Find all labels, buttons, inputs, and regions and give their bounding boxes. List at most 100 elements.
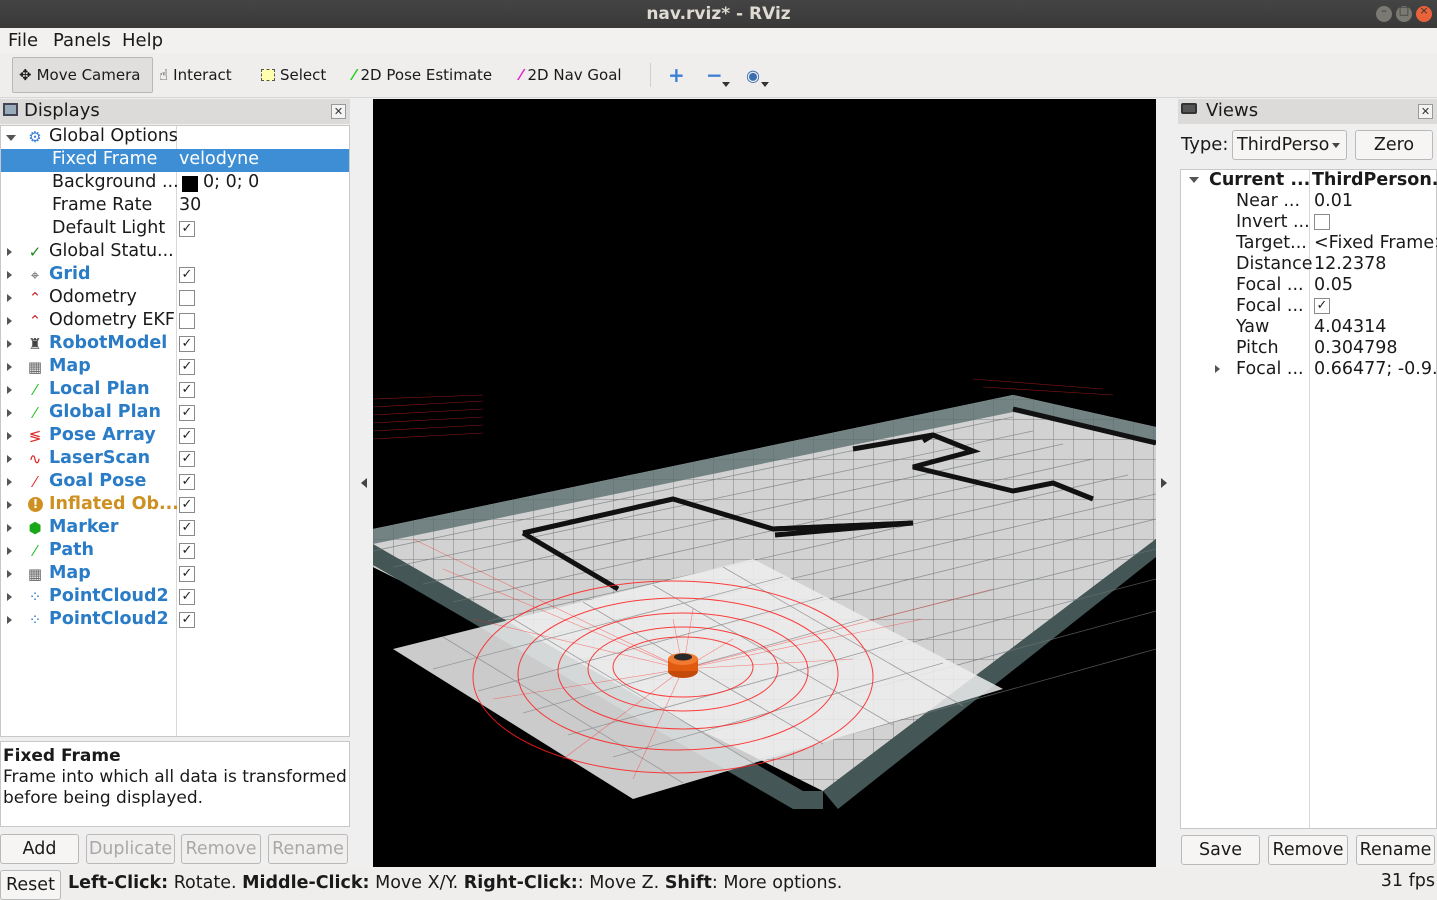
checkbox[interactable]: ✓ <box>179 451 195 467</box>
remove-display-button[interactable]: Remove <box>181 834 261 864</box>
views-prop-row[interactable]: Near ... 0.01 <box>1181 191 1437 212</box>
duplicate-button[interactable]: Duplicate <box>86 834 175 864</box>
rename-view-button[interactable]: Rename <box>1356 835 1435 865</box>
expand-arrow-icon[interactable] <box>7 478 12 486</box>
expand-arrow-icon[interactable] <box>7 432 12 440</box>
views-tree[interactable]: Current ... ThirdPerson... Near ... 0.01I… <box>1180 169 1437 829</box>
expand-arrow-icon[interactable] <box>7 271 12 279</box>
collapse-left-icon[interactable] <box>361 478 367 488</box>
expand-arrow-icon[interactable] <box>7 248 12 256</box>
expand-arrow-icon[interactable] <box>7 386 12 394</box>
reset-button[interactable]: Reset <box>0 870 61 900</box>
expand-arrow-icon[interactable] <box>7 570 12 578</box>
tree-row-fixed-frame[interactable]: Fixed Frame velodyne <box>1 149 349 172</box>
prop-value[interactable]: velodyne <box>179 149 259 169</box>
expand-arrow-icon[interactable] <box>6 135 16 141</box>
tree-row-background[interactable]: Background ... 0; 0; 0 <box>1 172 349 195</box>
eye-icon[interactable]: ◉ <box>740 57 766 93</box>
views-prop-row[interactable]: Invert ... <box>1181 212 1437 233</box>
checkbox[interactable]: ✓ <box>179 474 195 490</box>
color-swatch[interactable] <box>182 176 198 192</box>
prop-value[interactable]: 4.04314 <box>1314 317 1386 337</box>
select-tool[interactable]: Select <box>255 57 332 93</box>
display-item[interactable]: ▦ Map ✓ <box>1 356 349 379</box>
expand-arrow-icon[interactable] <box>7 340 12 348</box>
menu-help[interactable]: Help <box>122 30 163 51</box>
plus-icon[interactable]: + <box>662 57 691 93</box>
display-item[interactable]: ⬢ Marker ✓ <box>1 517 349 540</box>
prop-value[interactable]: 0.66477; -0.9... <box>1314 359 1437 379</box>
prop-value[interactable]: 0.304798 <box>1314 338 1398 358</box>
prop-value[interactable]: 0.05 <box>1314 275 1353 295</box>
tree-row-global-options[interactable]: ⚙ Global Options <box>1 126 349 149</box>
expand-arrow-icon[interactable] <box>7 501 12 509</box>
expand-arrow-icon[interactable] <box>7 363 12 371</box>
save-view-button[interactable]: Save <box>1181 835 1260 865</box>
checkbox[interactable]: ✓ <box>1314 298 1330 314</box>
display-item[interactable]: ⁄ Global Plan ✓ <box>1 402 349 425</box>
display-item[interactable]: ⁄ Local Plan ✓ <box>1 379 349 402</box>
menu-file[interactable]: File <box>8 30 38 51</box>
checkbox[interactable]: ✓ <box>179 520 195 536</box>
view-type-select[interactable]: ThirdPerso <box>1232 130 1347 160</box>
remove-view-button[interactable]: Remove <box>1268 835 1348 865</box>
collapse-right-icon[interactable] <box>1161 478 1167 488</box>
views-row-current[interactable]: Current ... ThirdPerson... <box>1181 170 1437 191</box>
tree-row-global-status[interactable]: ✓ Global Statu... <box>1 241 349 264</box>
checkbox[interactable]: ✓ <box>179 612 195 628</box>
checkbox[interactable]: ✓ <box>179 267 195 283</box>
display-item[interactable]: ∿ LaserScan ✓ <box>1 448 349 471</box>
views-prop-row[interactable]: Target... <Fixed Frame> <box>1181 233 1437 254</box>
checkbox[interactable]: ✓ <box>179 359 195 375</box>
chevron-down-icon[interactable] <box>722 82 730 87</box>
display-item[interactable]: ⁄ Goal Pose ✓ <box>1 471 349 494</box>
expand-arrow-icon[interactable] <box>1215 365 1220 373</box>
expand-arrow-icon[interactable] <box>7 524 12 532</box>
expand-arrow-icon[interactable] <box>7 547 12 555</box>
checkbox[interactable]: ✓ <box>179 336 195 352</box>
display-item[interactable]: ⁘ PointCloud2 ✓ <box>1 586 349 609</box>
prop-value[interactable]: 12.2378 <box>1314 254 1386 274</box>
pose-estimate-tool[interactable]: ⁄ 2D Pose Estimate <box>347 57 498 93</box>
nav-goal-tool[interactable]: ⁄ 2D Nav Goal <box>514 57 628 93</box>
maximize-button[interactable]: □ <box>1396 4 1412 22</box>
display-item[interactable]: ! Inflated Ob... ✓ <box>1 494 349 517</box>
display-item[interactable]: ⁄ Path ✓ <box>1 540 349 563</box>
checkbox[interactable] <box>179 290 195 306</box>
display-item[interactable]: ≶ Pose Array ✓ <box>1 425 349 448</box>
views-prop-row[interactable]: Distance 12.2378 <box>1181 254 1437 275</box>
prop-value[interactable]: <Fixed Frame> <box>1314 233 1437 253</box>
checkbox[interactable] <box>179 313 195 329</box>
checkbox[interactable]: ✓ <box>179 382 195 398</box>
views-prop-row[interactable]: Focal ... 0.66477; -0.9... <box>1181 359 1437 380</box>
add-button[interactable]: Add <box>0 834 79 864</box>
checkbox[interactable]: ✓ <box>179 566 195 582</box>
move-camera-tool[interactable]: ✥ Move Camera <box>12 57 153 93</box>
minus-icon[interactable]: − <box>700 57 729 93</box>
close-window-button[interactable]: × <box>1416 4 1432 22</box>
checkbox[interactable]: ✓ <box>179 221 195 237</box>
chevron-down-icon[interactable] <box>761 82 769 87</box>
rename-display-button[interactable]: Rename <box>268 834 348 864</box>
checkbox[interactable]: ✓ <box>179 428 195 444</box>
interact-tool[interactable]: ☝ Interact <box>153 57 238 93</box>
views-prop-row[interactable]: Focal ... ✓ <box>1181 296 1437 317</box>
display-item[interactable]: ⁘ PointCloud2 ✓ <box>1 609 349 632</box>
views-prop-row[interactable]: Yaw 4.04314 <box>1181 317 1437 338</box>
checkbox[interactable] <box>1314 214 1330 230</box>
tree-row-frame-rate[interactable]: Frame Rate 30 <box>1 195 349 218</box>
display-item[interactable]: ♜ RobotModel ✓ <box>1 333 349 356</box>
display-item[interactable]: ⌖ Grid ✓ <box>1 264 349 287</box>
expand-arrow-icon[interactable] <box>7 317 12 325</box>
expand-arrow-icon[interactable] <box>7 616 12 624</box>
checkbox[interactable]: ✓ <box>179 543 195 559</box>
displays-tree[interactable]: ⚙ Global Options Fixed Frame velodyne Ba… <box>0 125 350 737</box>
checkbox[interactable]: ✓ <box>179 589 195 605</box>
checkbox[interactable]: ✓ <box>179 405 195 421</box>
expand-arrow-icon[interactable] <box>7 294 12 302</box>
zero-button[interactable]: Zero <box>1355 130 1433 160</box>
menu-panels[interactable]: Panels <box>53 30 111 51</box>
expand-arrow-icon[interactable] <box>7 409 12 417</box>
minimize-button[interactable]: – <box>1376 4 1392 22</box>
prop-value[interactable]: 30 <box>179 195 201 215</box>
